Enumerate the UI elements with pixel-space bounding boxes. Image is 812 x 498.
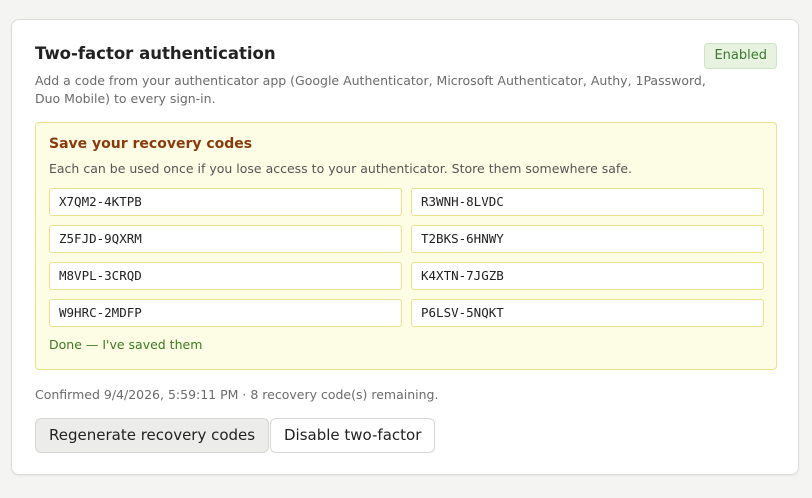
recovery-description: Each can be used once if you lose access… bbox=[49, 161, 632, 176]
disable-two-factor-button[interactable]: Disable two-factor bbox=[270, 418, 436, 453]
status-badge: Enabled bbox=[704, 43, 777, 69]
section-description: Add a code from your authenticator app (… bbox=[35, 73, 706, 106]
recovery-codes-grid: X7QM2-4KTPB R3WNH-8LVDC Z5FJD-9QXRM T2BK… bbox=[49, 188, 764, 327]
recovery-code[interactable]: P6LSV-5NQKT bbox=[411, 299, 764, 327]
regenerate-codes-button[interactable]: Regenerate recovery codes bbox=[35, 418, 270, 453]
recovery-title: Save your recovery codes bbox=[49, 136, 253, 152]
recovery-code[interactable]: M8VPL-3CRQD bbox=[49, 262, 402, 290]
recovery-codes-panel: Save your recovery codes Each can be use… bbox=[35, 122, 777, 370]
two-factor-card: Two-factor authentication Enabled Add a … bbox=[11, 19, 799, 475]
recovery-code[interactable]: R3WNH-8LVDC bbox=[411, 188, 764, 216]
recovery-code[interactable]: W9HRC-2MDFP bbox=[49, 299, 402, 327]
recovery-code[interactable]: X7QM2-4KTPB bbox=[49, 188, 402, 216]
recovery-code[interactable]: K4XTN-7JGZB bbox=[411, 262, 764, 290]
section-title: Two-factor authentication bbox=[35, 44, 276, 63]
confirmation-status: Confirmed 9/4/2026, 5:59:11 PM · 8 recov… bbox=[35, 387, 439, 402]
done-saved-link[interactable]: Done — I've saved them bbox=[49, 337, 202, 352]
recovery-code[interactable]: T2BKS-6HNWY bbox=[411, 225, 764, 253]
recovery-code[interactable]: Z5FJD-9QXRM bbox=[49, 225, 402, 253]
